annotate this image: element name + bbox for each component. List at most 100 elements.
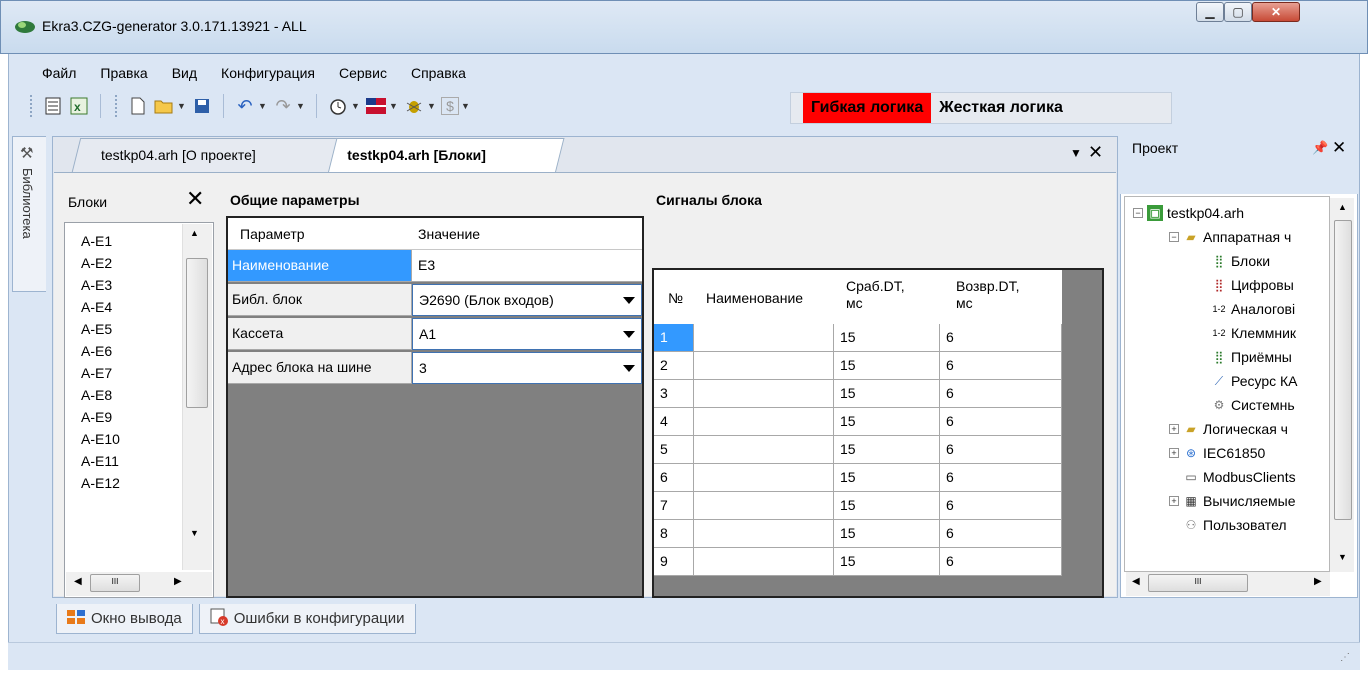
signal-name-cell[interactable] [694,548,834,576]
project-tree[interactable]: − ▣ testkp04.arh − ▰ Аппаратная ч ⣿ Блок… [1124,196,1330,572]
close-blocks-icon[interactable]: ✕ [186,186,204,212]
flexible-logic-button[interactable]: Гибкая логика [803,93,932,123]
signal-name-cell[interactable] [694,352,834,380]
scroll-right-icon[interactable]: ▶ [1314,576,1322,587]
signal-number-cell[interactable]: 6 [654,464,694,492]
pin-icon[interactable]: 📌 [1312,140,1328,156]
collapse-icon[interactable]: − [1133,208,1143,218]
timer-icon[interactable] [327,95,349,117]
signal-trip-cell[interactable]: 15 [834,520,940,548]
tree-node-user[interactable]: ⚇ Пользовател [1183,517,1287,533]
signal-name-cell[interactable] [694,324,834,352]
col-value-header[interactable]: Значение [418,226,480,242]
signal-return-cell[interactable]: 6 [940,520,1062,548]
tab-output-window[interactable]: Окно вывода [56,604,193,634]
tree-node-blocks[interactable]: ⣿ Блоки [1211,253,1271,269]
signal-trip-cell[interactable]: 15 [834,436,940,464]
signal-trip-cell[interactable]: 15 [834,492,940,520]
signal-return-cell[interactable]: 6 [940,436,1062,464]
signal-trip-cell[interactable]: 15 [834,548,940,576]
param-value-input[interactable]: E3 [412,250,642,282]
close-button[interactable]: ✕ [1252,2,1300,22]
signal-return-cell[interactable]: 6 [940,464,1062,492]
col-trip-header[interactable]: Сраб.DT, мс [846,278,905,312]
undo-dropdown-icon[interactable]: ▼ [258,101,267,111]
signal-number-cell[interactable]: 3 [654,380,694,408]
tab-list-dropdown-icon[interactable]: ▼ [1070,146,1082,160]
table-row[interactable]: 7 15 6 [654,492,1062,520]
dropdown-arrow-icon[interactable] [623,297,635,304]
signal-trip-cell[interactable]: 15 [834,352,940,380]
signal-name-cell[interactable] [694,380,834,408]
flag-icon[interactable] [365,95,387,117]
col-return-header[interactable]: Возвр.DT, мс [956,278,1020,312]
list-item[interactable]: A-E6 [81,343,112,359]
flag-dropdown-icon[interactable]: ▼ [389,101,398,111]
col-name-header[interactable]: Наименование [706,290,803,306]
menu-edit[interactable]: Правка [88,62,159,86]
signal-number-cell[interactable]: 1 [654,324,694,352]
dropdown-arrow-icon[interactable] [623,365,635,372]
menu-service[interactable]: Сервис [327,62,399,86]
table-row[interactable]: 6 15 6 [654,464,1062,492]
tree-node-logic[interactable]: + ▰ Логическая ч [1169,421,1288,437]
tree-node-digital[interactable]: ⣿ Цифровы [1211,277,1294,293]
param-row-bus-address[interactable]: Адрес блока на шине 3 [228,352,642,384]
timer-dropdown-icon[interactable]: ▼ [351,101,360,111]
dollar-icon[interactable]: $ [441,97,459,115]
scroll-down-icon[interactable]: ▼ [190,528,199,538]
close-document-icon[interactable]: ✕ [1088,142,1103,163]
col-number-header[interactable]: № [668,290,683,306]
signal-name-cell[interactable] [694,492,834,520]
list-item[interactable]: A-E8 [81,387,112,403]
tree-node-system[interactable]: ⚙ Системнь [1211,397,1295,413]
grid-icon[interactable] [42,95,64,117]
table-row[interactable]: 5 15 6 [654,436,1062,464]
maximize-button[interactable]: ▢ [1224,2,1252,22]
tab-about-project[interactable]: testkp04.arh [О проекте] [71,138,343,172]
resize-grip-icon[interactable]: ⋰ [1340,652,1350,663]
param-key[interactable]: Адрес блока на шине [228,352,412,384]
signal-trip-cell[interactable]: 15 [834,380,940,408]
signal-name-cell[interactable] [694,464,834,492]
list-item[interactable]: A-E11 [81,453,119,469]
bug-dropdown-icon[interactable]: ▼ [427,101,436,111]
tree-node-receivers[interactable]: ⣿ Приёмны [1211,349,1292,365]
signal-return-cell[interactable]: 6 [940,408,1062,436]
param-key[interactable]: Кассета [228,318,412,350]
dropdown-arrow-icon[interactable] [623,331,635,338]
signal-number-cell[interactable]: 8 [654,520,694,548]
signal-return-cell[interactable]: 6 [940,492,1062,520]
tree-node-iec61850[interactable]: + ⊛ IEC61850 [1169,445,1265,461]
signal-return-cell[interactable]: 6 [940,380,1062,408]
open-dropdown-icon[interactable]: ▼ [177,101,186,111]
list-item[interactable]: A-E9 [81,409,112,425]
signal-trip-cell[interactable]: 15 [834,324,940,352]
toolbar-grip[interactable] [30,95,34,117]
scroll-left-icon[interactable]: ◀ [1132,576,1140,587]
signal-return-cell[interactable]: 6 [940,548,1062,576]
table-row[interactable]: 4 15 6 [654,408,1062,436]
scroll-up-icon[interactable]: ▲ [1338,202,1347,212]
open-folder-icon[interactable] [153,95,175,117]
list-item[interactable]: A-E10 [81,431,120,447]
list-item[interactable]: A-E5 [81,321,112,337]
param-row-cassette[interactable]: Кассета A1 [228,318,642,350]
library-block-select[interactable]: Э2690 (Блок входов) [412,284,642,316]
signal-number-cell[interactable]: 9 [654,548,694,576]
save-icon[interactable] [191,95,213,117]
list-item[interactable]: A-E1 [81,233,112,249]
scroll-left-icon[interactable]: ◀ [74,576,82,587]
col-param-header[interactable]: Параметр [240,226,305,242]
table-row[interactable]: 1 15 6 [654,324,1062,352]
close-project-panel-icon[interactable]: ✕ [1332,138,1346,158]
signal-trip-cell[interactable]: 15 [834,408,940,436]
table-row[interactable]: 9 15 6 [654,548,1062,576]
signal-name-cell[interactable] [694,436,834,464]
new-file-icon[interactable] [127,95,149,117]
table-row[interactable]: 3 15 6 [654,380,1062,408]
bus-address-select[interactable]: 3 [412,352,642,384]
param-row-name[interactable]: Наименование E3 [228,250,642,282]
redo-icon[interactable]: ↷ [272,95,294,117]
signal-return-cell[interactable]: 6 [940,352,1062,380]
